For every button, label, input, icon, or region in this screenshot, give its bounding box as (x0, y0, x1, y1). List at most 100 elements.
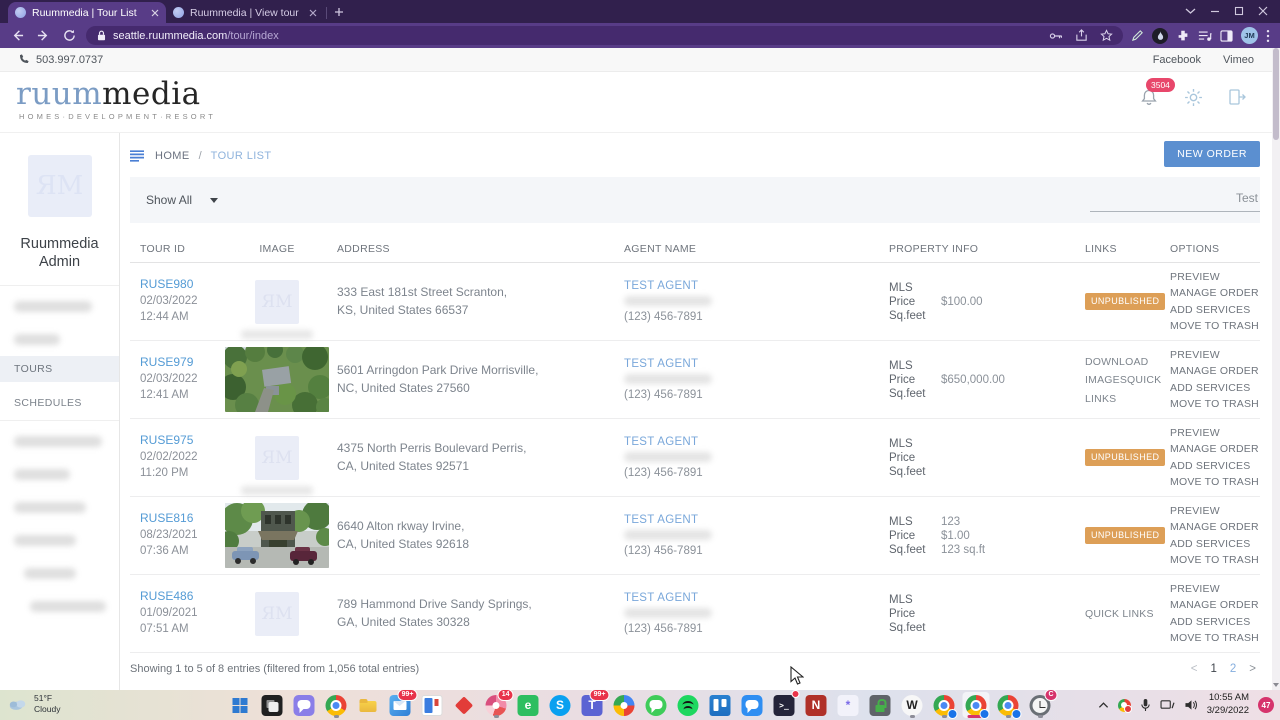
option-add-services[interactable]: ADD SERVICES (1170, 458, 1260, 474)
scrollbar-down-arrow[interactable] (1273, 683, 1279, 687)
whatsapp-icon[interactable] (643, 692, 670, 718)
option-move-to-trash[interactable]: MOVE TO TRASH (1170, 396, 1260, 412)
tray-hidden-icons-chevron[interactable] (1098, 701, 1109, 709)
terminal-icon[interactable]: >_ (771, 690, 800, 718)
tab-close-icon[interactable] (151, 9, 159, 17)
option-move-to-trash[interactable]: MOVE TO TRASH (1170, 552, 1260, 568)
browser-tab-view-tour[interactable]: Ruummedia | View tour (166, 2, 324, 23)
teams-icon[interactable]: T 99+ (579, 689, 610, 718)
notifications-bell-icon[interactable]: 3504 (1138, 78, 1175, 108)
file-explorer-icon[interactable] (355, 692, 382, 718)
tray-notification-count[interactable]: 47 (1258, 697, 1274, 713)
redacted-menu-item-3[interactable] (0, 425, 119, 458)
pagination-page-2[interactable]: 2 (1230, 663, 1236, 675)
image-placeholder[interactable] (255, 591, 299, 636)
clock-app-icon[interactable]: C (1027, 689, 1058, 718)
window-maximize-button[interactable] (1234, 6, 1244, 16)
site-logo[interactable]: ruummedia HOMES·DEVELOPMENT·RESORT (16, 79, 216, 121)
option-add-services[interactable]: ADD SERVICES (1170, 536, 1260, 552)
forward-button[interactable] (34, 27, 52, 45)
status-filter-select[interactable]: Show All (130, 193, 219, 207)
grammar-extension-icon[interactable] (1131, 29, 1144, 42)
tour-id-link[interactable]: RUSE486 (140, 589, 217, 603)
tray-volume-icon[interactable] (1184, 699, 1198, 711)
menu-lines-icon[interactable] (130, 150, 146, 162)
notes-app-icon[interactable]: N (803, 692, 830, 718)
messenger-icon[interactable] (739, 692, 766, 718)
tour-id-link[interactable]: RUSE980 (140, 277, 217, 291)
option-preview[interactable]: PREVIEW (1170, 347, 1260, 363)
browser-profile-avatar[interactable]: JM (1241, 27, 1258, 44)
store-app-icon[interactable] (419, 692, 446, 718)
logout-icon[interactable] (1226, 86, 1248, 108)
agent-name-link[interactable]: TEST AGENT (624, 436, 889, 448)
task-view-button[interactable] (259, 692, 286, 718)
pagination-next[interactable]: > (1249, 663, 1256, 675)
tray-clock[interactable]: 10:55 AM 3/29/2022 (1207, 692, 1249, 718)
tab-search-chevron-icon[interactable] (1185, 7, 1196, 15)
option-preview[interactable]: PREVIEW (1170, 269, 1260, 285)
agent-name-link[interactable]: TEST AGENT (624, 358, 889, 370)
pagination-prev[interactable]: < (1191, 663, 1198, 675)
new-order-button[interactable]: NEW ORDER (1164, 141, 1260, 167)
tray-browser-sync-icon[interactable] (1117, 698, 1132, 713)
start-button[interactable] (227, 692, 254, 718)
password-key-icon[interactable] (1049, 30, 1063, 42)
tour-id-link[interactable]: RUSE979 (140, 355, 217, 369)
sidebar-item-tours[interactable]: TOURS (0, 356, 119, 383)
redacted-menu-item-1[interactable] (0, 290, 119, 323)
redacted-menu-item-2[interactable] (0, 323, 119, 356)
agent-name-link[interactable]: TEST AGENT (624, 514, 889, 526)
back-button[interactable] (8, 27, 26, 45)
option-add-services[interactable]: ADD SERVICES (1170, 380, 1260, 396)
browser-menu-icon[interactable] (1266, 29, 1270, 43)
mail-icon[interactable]: 99+ (387, 689, 418, 718)
option-manage-order[interactable]: MANAGE ORDER (1170, 441, 1260, 457)
option-preview[interactable]: PREVIEW (1170, 581, 1260, 597)
skype-icon[interactable]: S (547, 692, 574, 718)
redacted-menu-item-7[interactable] (0, 557, 119, 590)
settings-app-icon[interactable]: * (835, 692, 862, 718)
agent-name-link[interactable]: TEST AGENT (624, 280, 889, 292)
property-photo-building[interactable] (225, 503, 329, 568)
share-icon[interactable] (1075, 29, 1088, 42)
redacted-menu-item-8[interactable] (0, 590, 119, 623)
window-minimize-button[interactable] (1210, 6, 1220, 16)
settings-gear-icon[interactable] (1182, 86, 1204, 108)
option-move-to-trash[interactable]: MOVE TO TRASH (1170, 318, 1260, 334)
redacted-menu-item-6[interactable] (0, 524, 119, 557)
scrollbar-thumb[interactable] (1273, 48, 1279, 140)
option-preview[interactable]: PREVIEW (1170, 425, 1260, 441)
option-add-services[interactable]: ADD SERVICES (1170, 614, 1260, 630)
search-input[interactable] (1090, 189, 1260, 212)
playlist-extension-icon[interactable] (1198, 30, 1212, 42)
spotify-icon[interactable] (675, 692, 702, 718)
breadcrumb-home-link[interactable]: HOME (155, 150, 190, 162)
browser-tab-tour-list[interactable]: Ruummedia | Tour List (8, 2, 166, 23)
chrome-profile-1-icon[interactable] (931, 692, 958, 719)
wikipedia-icon[interactable]: W (899, 692, 926, 718)
new-tab-button[interactable] (329, 2, 349, 22)
option-move-to-trash[interactable]: MOVE TO TRASH (1170, 630, 1260, 646)
trello-icon[interactable] (707, 692, 734, 718)
tab-close-icon[interactable] (309, 9, 317, 17)
link-quick-links[interactable]: QUICK LINKS (1085, 608, 1154, 620)
tray-pen-device-icon[interactable] (1160, 699, 1175, 711)
teams-chat-icon[interactable] (291, 692, 318, 718)
chrome-profile-3-icon[interactable] (995, 692, 1022, 719)
tour-id-link[interactable]: RUSE975 (140, 433, 217, 447)
address-bar[interactable]: seattle.ruummedia.com/tour/index (86, 26, 1123, 45)
diamond-app-icon[interactable] (451, 692, 478, 718)
side-panel-icon[interactable] (1220, 29, 1233, 42)
chrome-icon[interactable] (323, 692, 350, 718)
window-close-button[interactable] (1258, 6, 1268, 16)
password-app-icon[interactable] (867, 692, 894, 718)
option-preview[interactable]: PREVIEW (1170, 503, 1260, 519)
option-move-to-trash[interactable]: MOVE TO TRASH (1170, 474, 1260, 490)
redacted-menu-item-5[interactable] (0, 491, 119, 524)
option-manage-order[interactable]: MANAGE ORDER (1170, 285, 1260, 301)
agent-name-link[interactable]: TEST AGENT (624, 592, 889, 604)
community-app-icon[interactable]: 14 (483, 689, 514, 718)
tray-microphone-icon[interactable] (1140, 698, 1151, 712)
sidebar-item-schedules[interactable]: SCHEDULES (0, 390, 119, 416)
